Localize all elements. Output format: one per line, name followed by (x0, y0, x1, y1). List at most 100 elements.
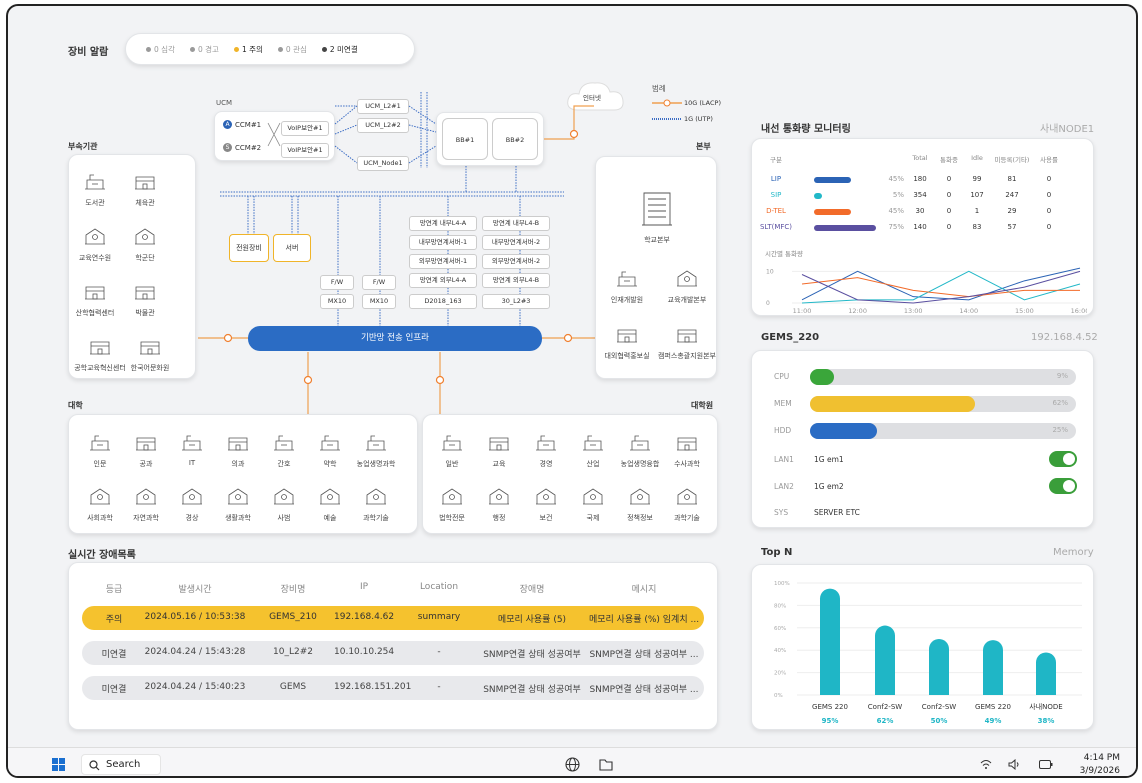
org-unit[interactable]: 대외협력홍보실 (598, 325, 656, 361)
mx10-1[interactable]: MX10 (320, 294, 354, 309)
org-unit[interactable]: 국제 (568, 487, 618, 523)
org-unit[interactable]: 의과 (215, 433, 261, 469)
org-unit[interactable]: 교육 (474, 433, 524, 469)
org-unit[interactable]: 인재개발원 (598, 269, 656, 305)
org-unit[interactable]: 사회과학 (77, 487, 123, 523)
building-icon (85, 286, 105, 300)
windows-start-icon[interactable] (52, 758, 65, 771)
org-unit[interactable]: 학군단 (121, 227, 169, 263)
org-unit[interactable]: 농업생명과학 (353, 433, 399, 469)
bar[interactable] (929, 639, 949, 695)
org-unit[interactable]: 행정 (474, 487, 524, 523)
taskbar-search[interactable]: Search (81, 754, 161, 775)
fw-1[interactable]: F/W (320, 275, 354, 290)
org-unit[interactable]: 박물관 (121, 282, 169, 318)
fault-row[interactable]: 미연결 2024.04.24 / 15:43:28 10_L2#2 10.10.10.… (82, 641, 704, 665)
org-unit[interactable]: 경상 (169, 487, 215, 523)
org-unit[interactable]: 농업생명융합 (615, 433, 665, 469)
org-unit[interactable]: 과학기술 (662, 487, 712, 523)
org-unit[interactable]: 교육연수원 (71, 227, 119, 263)
link-device[interactable]: 내부망연계서버-1 (409, 235, 477, 250)
link-device[interactable]: 망연계 내부L4-B (482, 216, 550, 231)
folder-icon[interactable] (599, 758, 614, 771)
bar[interactable] (820, 588, 840, 695)
building-icon (85, 228, 105, 245)
fault-row[interactable]: 주의 2024.05.16 / 10:53:38 GEMS_210 192.168.4… (82, 606, 704, 630)
wifi-icon[interactable] (980, 759, 992, 770)
org-unit[interactable]: 한국어문화원 (121, 337, 179, 373)
org-unit[interactable]: 캠퍼스총괄지원본부 (658, 325, 716, 361)
org-unit[interactable]: 보건 (521, 487, 571, 523)
server-equipment[interactable]: 서버 (273, 234, 311, 262)
org-unit[interactable]: 예술 (307, 487, 353, 523)
org-unit[interactable]: 일반 (427, 433, 477, 469)
org-unit[interactable]: 체육관 (121, 172, 169, 208)
resource-label: CPU (774, 372, 790, 381)
bar[interactable] (1036, 652, 1056, 695)
org-unit[interactable]: 사범 (261, 487, 307, 523)
clock-time[interactable]: 4:14 PM (1076, 753, 1120, 763)
hq-main-unit[interactable]: 학교본부 (629, 187, 685, 247)
link-device[interactable]: 외부망연계서버-1 (409, 254, 477, 269)
org-unit[interactable]: 경영 (521, 433, 571, 469)
org-unit[interactable]: 자연과학 (123, 487, 169, 523)
org-unit[interactable]: 간호 (261, 433, 307, 469)
link-device[interactable]: 망연계 내부L4-A (409, 216, 477, 231)
battery-icon[interactable] (1039, 760, 1053, 769)
backbone-infra-bar[interactable]: 기반망 전송 인프라 (248, 326, 542, 351)
org-unit[interactable]: 도서관 (71, 172, 119, 208)
org-unit[interactable]: 약학 (307, 433, 353, 469)
lan1-toggle[interactable] (1049, 451, 1077, 467)
y-tick-label: 10 (766, 268, 774, 275)
traffic-col-header: 미등록(기타) (994, 156, 1030, 164)
org-unit-label: 학군단 (135, 254, 155, 262)
fault-row[interactable]: 미연결 2024.04.24 / 15:40:23 GEMS 192.168.151.… (82, 676, 704, 700)
org-unit[interactable]: 산학협력센터 (71, 282, 119, 318)
power-equipment[interactable]: 전원장비 (229, 234, 269, 262)
mx10-2[interactable]: MX10 (362, 294, 396, 309)
link-device[interactable]: 외부망연계서버-2 (482, 254, 550, 269)
org-unit[interactable]: 과학기술 (353, 487, 399, 523)
org-unit[interactable]: 수사과학 (662, 433, 712, 469)
fault-col-header: 장비명 (280, 585, 306, 595)
org-unit-label: 인문 (93, 460, 107, 468)
traffic-usage-bar (814, 209, 876, 215)
fw-2[interactable]: F/W (362, 275, 396, 290)
traffic-title: 내선 통화량 모니터링 (761, 124, 851, 135)
speaker-icon[interactable] (1008, 759, 1022, 770)
globe-icon[interactable] (565, 757, 580, 772)
x-tick-label: 16:00 (1071, 307, 1087, 315)
link-device[interactable]: 망연계 외부L4-A (409, 273, 477, 288)
lan2-toggle[interactable] (1049, 478, 1077, 494)
lan1-value: 1G em1 (814, 455, 844, 464)
traffic-row[interactable]: LIP 45% 180 0 99 81 0 (752, 175, 1095, 187)
org-unit[interactable]: 공과 (123, 433, 169, 469)
link-device[interactable]: 30_L2#3 (482, 294, 550, 309)
traffic-row[interactable]: D-TEL 45% 30 0 1 29 0 (752, 207, 1095, 219)
link-device[interactable]: 내부망연계서버-2 (482, 235, 550, 250)
bar[interactable] (875, 625, 895, 695)
fault-cell-name: 메모리 사용률 (5) (497, 615, 567, 625)
clock-date[interactable]: 3/9/2026 (1068, 766, 1120, 776)
org-unit-label: 교육연수원 (78, 254, 112, 262)
org-unit[interactable]: 법학전문 (427, 487, 477, 523)
org-unit[interactable]: IT (169, 433, 215, 469)
traffic-row[interactable]: SIP 5% 354 0 107 247 0 (752, 191, 1095, 203)
traffic-row[interactable]: SLT(MFC) 75% 140 0 83 57 0 (752, 223, 1095, 235)
org-unit-label: 농업생명과학 (356, 460, 396, 468)
bar[interactable] (983, 640, 1003, 695)
org-unit-label: 과학기술 (674, 514, 700, 522)
link-device[interactable]: D2018_163 (409, 294, 477, 309)
org-unit[interactable]: 정책정보 (615, 487, 665, 523)
topn-panel: 100% 80% 60% 40% 20% 0% GEMS 220 95% Conf2-SW 62%… (751, 564, 1094, 730)
link-device[interactable]: 망연계 외부L4-B (482, 273, 550, 288)
org-unit[interactable]: 산업 (568, 433, 618, 469)
search-icon (89, 760, 100, 771)
org-unit[interactable]: 생활과학 (215, 487, 261, 523)
org-unit[interactable]: 인문 (77, 433, 123, 469)
org-unit[interactable]: 교육개발본부 (658, 269, 716, 305)
building-icon (228, 488, 248, 505)
traffic-percent: 75% (888, 223, 904, 231)
traffic-use: 0 (1046, 191, 1052, 199)
traffic-use: 0 (1046, 207, 1052, 215)
